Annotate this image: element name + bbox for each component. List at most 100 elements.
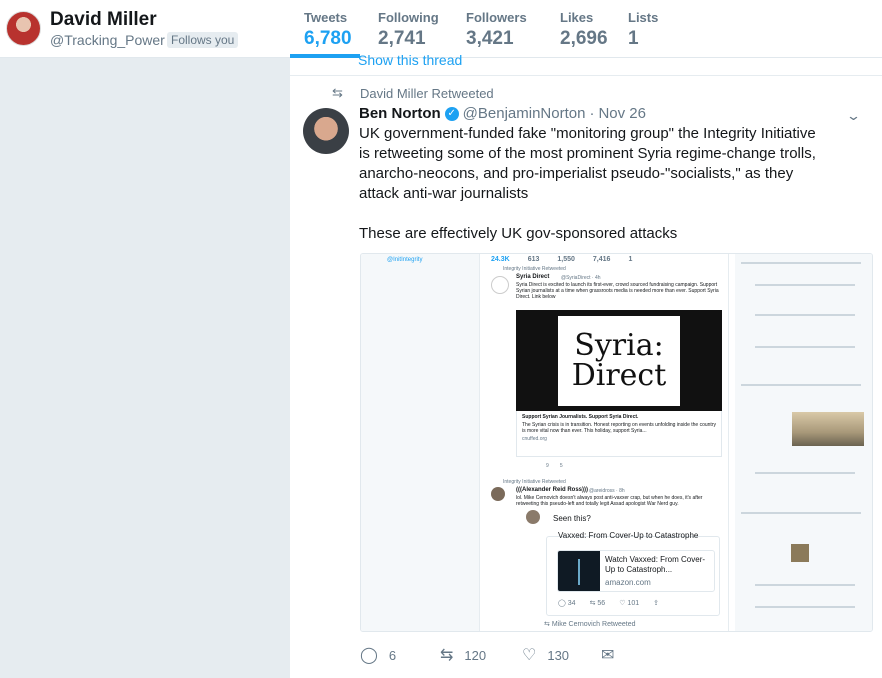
envelope-icon: ✉	[601, 647, 615, 664]
timeline: Show this thread ⇆ David Miller Retweete…	[290, 52, 882, 678]
profile-header: David Miller @Tracking_Power Follows you…	[0, 0, 882, 58]
retweet-icon: ⇆	[440, 647, 454, 664]
heart-icon: ♡	[522, 647, 537, 664]
tweet-text-paragraph: UK government-funded fake "monitoring gr…	[359, 125, 816, 202]
quoted-link-text: Watch Vaxxed: From Cover-Up to Catastrop…	[605, 555, 706, 574]
retweet-icon: ⇆	[332, 85, 343, 100]
card-url: cnuffed.org	[522, 436, 547, 442]
vaxxed-thumbnail	[558, 551, 600, 591]
media-right-photo	[792, 412, 864, 446]
retweet-button[interactable]: ⇆ 120	[440, 645, 486, 665]
card-description: The Syrian crisis is in transition. Hone…	[522, 422, 716, 434]
media-right-line	[755, 584, 855, 586]
quoted-intro: Seen this?	[553, 514, 591, 523]
quoted-retweet-context: ⇆ Mike Cernovich Retweeted	[544, 621, 636, 628]
media-right-line	[755, 314, 855, 316]
retweet-count: 120	[464, 647, 487, 663]
tweet-text-paragraph: These are effectively UK gov-sponsored a…	[359, 225, 678, 242]
media-stat: 7,416	[592, 256, 611, 263]
show-thread-link[interactable]: Show this thread	[358, 52, 462, 65]
stat-following[interactable]: Following 2,741	[378, 10, 439, 50]
tweet-author-name[interactable]: Ben Norton	[359, 105, 441, 122]
stat-label: Tweets	[304, 10, 348, 25]
stat-value: 1	[628, 28, 639, 49]
media-stat: 1	[628, 256, 633, 263]
like-button[interactable]: ♡ 130	[522, 645, 569, 665]
profile-handle[interactable]: @Tracking_Power	[50, 32, 165, 48]
quoted-retweets: ⇆ 56	[589, 600, 606, 607]
media-link-card: Support Syrian Journalists. Support Syri…	[516, 411, 722, 457]
retweet-context: ⇆ David Miller Retweeted	[332, 85, 494, 101]
stat-lists[interactable]: Lists 1	[628, 10, 658, 50]
syria-direct-banner: Syria: Direct	[516, 310, 722, 411]
media-tweet-text: Syria Direct is excited to launch its fi…	[516, 282, 719, 300]
media-right-thumb	[791, 544, 809, 562]
media-avatar	[526, 510, 540, 524]
card-title: Support Syrian Journalists. Support Syri…	[522, 414, 639, 420]
media-retweet-label: Integrity Initiative Retweeted	[503, 479, 566, 485]
media-right-line	[741, 512, 861, 514]
share-icon: ⇪	[653, 600, 659, 607]
like-count: 130	[547, 647, 570, 663]
quoted-link-card: Watch Vaxxed: From Cover-Up to Catastrop…	[557, 550, 715, 592]
media-tweet-handle: @SyriaDirect · 4h	[561, 275, 601, 281]
media-right-line	[755, 284, 855, 286]
retweeted-by-label[interactable]: David Miller Retweeted	[360, 86, 494, 101]
separator-dot: ·	[589, 105, 595, 122]
media-right-line	[755, 606, 855, 608]
media-stat: 24.3K	[491, 256, 510, 263]
stat-tweets[interactable]: Tweets 6,780	[304, 10, 352, 50]
verified-badge-icon: ✓	[444, 106, 459, 121]
follows-you-badge: Follows you	[167, 32, 239, 48]
stat-value: 3,421	[466, 28, 514, 49]
media-tweet-handle: @areidross · 8h	[589, 488, 625, 494]
quoted-title: Vaxxed: From Cover-Up to Catastrophe	[558, 531, 699, 540]
media-tweet-name: (((Alexander Reid Ross)))	[516, 487, 589, 493]
media-handle: @InitIntegrity	[387, 257, 423, 263]
media-stat: 613	[527, 256, 540, 263]
stat-label: Followers	[466, 10, 527, 25]
reply-button[interactable]: ◯ 6	[360, 645, 396, 665]
media-stat: 1,550	[557, 256, 575, 263]
banner-line: Syria:	[574, 328, 664, 363]
stat-label: Lists	[628, 10, 659, 25]
media-tweet-actions: 9 5	[546, 463, 563, 469]
media-right-line	[741, 384, 861, 386]
media-left-panel	[361, 254, 479, 631]
quoted-replies: ◯ 34	[558, 600, 576, 607]
media-right-line	[755, 346, 855, 348]
tweet-media-image[interactable]: @InitIntegrity 24.3K 613 1,550 7,416 1 I…	[360, 253, 873, 632]
media-tweet-name: Syria Direct	[516, 274, 550, 280]
media-tweet-text: lol. Mike Cernovich doesn't always post …	[516, 495, 703, 507]
banner-line: Direct	[571, 358, 667, 393]
stat-value: 2,696	[560, 28, 608, 49]
tweet-text: UK government-funded fake "monitoring gr…	[359, 124, 829, 244]
quoted-link-domain: amazon.com	[605, 578, 651, 587]
media-right-line	[741, 262, 861, 264]
tweet-date[interactable]: Nov 26	[598, 105, 646, 122]
stat-label: Likes	[560, 10, 594, 25]
stat-label: Following	[378, 10, 439, 25]
profile-avatar[interactable]	[6, 11, 41, 46]
stat-followers[interactable]: Followers 3,421	[466, 10, 527, 50]
chevron-down-icon[interactable]: ⌄	[846, 108, 861, 124]
media-avatar	[491, 487, 505, 501]
divider	[290, 75, 882, 76]
stat-value: 6,780	[304, 28, 352, 49]
profile-name[interactable]: David Miller	[50, 9, 157, 31]
quoted-actions: ◯ 34 ⇆ 56 ♡ 101 ⇪	[558, 599, 659, 607]
tweet-author-avatar[interactable]	[303, 108, 349, 154]
stat-likes[interactable]: Likes 2,696	[560, 10, 608, 50]
direct-message-button[interactable]: ✉	[601, 645, 625, 665]
quoted-likes: ♡ 101	[619, 600, 640, 607]
tweet-actions: ◯ 6 ⇆ 120 ♡ 130 ✉	[360, 645, 660, 665]
tweet-header: Ben Norton ✓ @BenjaminNorton · Nov 26	[359, 105, 646, 122]
reply-count: 6	[388, 647, 397, 663]
syria-direct-logo	[491, 276, 509, 294]
stat-value: 2,741	[378, 28, 426, 49]
banner-wordmark: Syria: Direct	[558, 316, 680, 406]
reply-icon: ◯	[360, 647, 378, 664]
media-retweet-label: Integrity Initiative Retweeted	[503, 266, 566, 272]
tweet-author-handle[interactable]: @BenjaminNorton	[463, 105, 586, 122]
media-right-line	[755, 472, 855, 474]
